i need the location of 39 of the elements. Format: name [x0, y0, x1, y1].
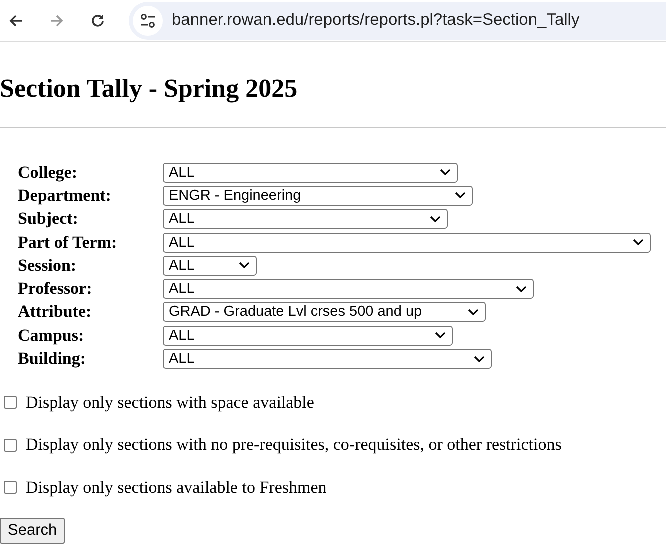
forward-icon[interactable] [49, 12, 65, 28]
caret-icon [468, 308, 479, 316]
caret-icon [239, 262, 250, 270]
dropdown[interactable]: ALL [163, 209, 448, 230]
field-label: Department: [18, 186, 112, 206]
field-label: Session: [18, 256, 78, 276]
page-title: Section Tally - Spring 2025 [0, 73, 299, 105]
caret-icon [633, 239, 644, 246]
checkbox[interactable] [4, 481, 17, 494]
dropdown[interactable]: ALL [163, 232, 651, 253]
checkbox-label: Display only sections with space available [26, 392, 314, 413]
checkbox[interactable] [4, 438, 17, 452]
search-button[interactable]: Search [0, 518, 66, 544]
field-label: Professor: [18, 279, 94, 300]
caret-icon [516, 286, 527, 293]
caret-icon [430, 216, 441, 223]
checkbox[interactable] [4, 396, 17, 410]
caret-icon [455, 192, 466, 200]
site-settings-icon[interactable] [140, 14, 156, 28]
dropdown[interactable]: GRAD - Graduate Lvl crses 500 and up [163, 302, 486, 322]
dropdown[interactable]: ALL [163, 256, 257, 276]
back-icon[interactable] [8, 12, 24, 28]
field-label: Campus: [18, 326, 86, 346]
field-label: Subject: [18, 209, 80, 230]
caret-icon [435, 332, 446, 340]
dropdown[interactable]: ALL [163, 326, 453, 346]
checkbox-label: Display only sections available to Freshmen [26, 478, 327, 498]
dropdown[interactable]: ALL [163, 279, 534, 300]
checkbox-label: Display only sections with no pre-requisites, co-requisites, or other restrictions [26, 435, 562, 456]
field-label: Part of Term: [18, 232, 118, 253]
field-label: College: [18, 162, 78, 183]
caret-icon [440, 169, 451, 176]
dropdown[interactable]: ALL [163, 349, 492, 370]
dropdown[interactable]: ALL [163, 162, 458, 183]
field-label: Attribute: [18, 302, 93, 322]
dropdown[interactable]: ENGR - Engineering [163, 186, 473, 206]
caret-icon [474, 356, 485, 363]
reload-icon[interactable] [90, 12, 106, 28]
field-label: Building: [18, 349, 88, 370]
